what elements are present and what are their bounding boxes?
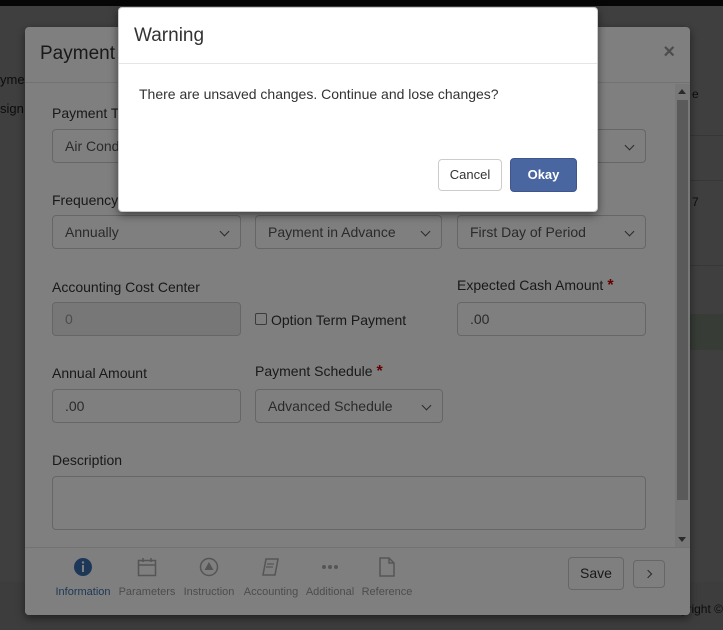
cancel-button[interactable]: Cancel (438, 159, 502, 191)
okay-button[interactable]: Okay (510, 158, 577, 192)
warning-dialog: Warning There are unsaved changes. Conti… (118, 7, 598, 212)
warning-dialog-header: Warning (119, 8, 597, 64)
warning-message: There are unsaved changes. Continue and … (139, 86, 499, 102)
warning-dialog-title: Warning (134, 25, 205, 46)
